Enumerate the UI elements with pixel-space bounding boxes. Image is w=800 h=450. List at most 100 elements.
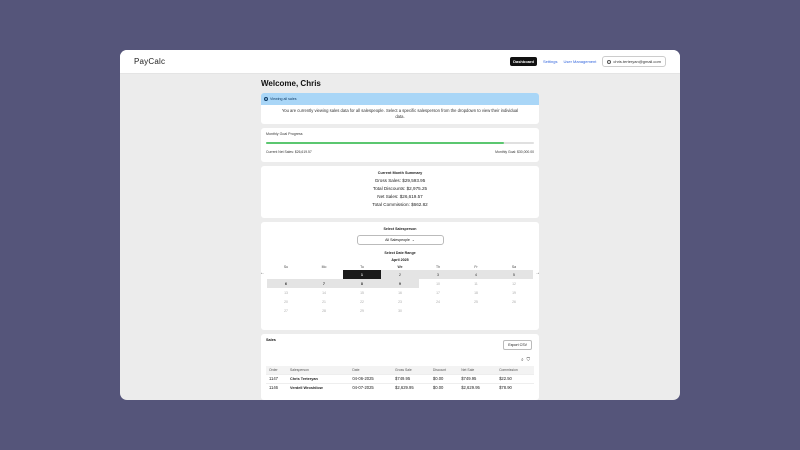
column-header[interactable]: Commission	[496, 366, 534, 374]
calendar-day-16[interactable]: 16	[381, 288, 419, 297]
calendar-day-17[interactable]: 17	[419, 288, 457, 297]
sales-table: Order Salesperson Date Gross Sale Discount Ne…	[266, 366, 534, 392]
weekday-label: Mo	[321, 264, 327, 269]
column-header[interactable]: Order	[266, 366, 288, 374]
table-cell: Chris Terteryan	[287, 373, 350, 383]
goal-progress-bar	[266, 142, 534, 144]
page-title: Welcome, Chris	[261, 79, 321, 88]
calendar-day-23[interactable]: 23	[381, 298, 419, 307]
weekday-label: Su	[283, 264, 289, 269]
top-navbar: PayCalc Dashboard Settings User Manageme…	[120, 50, 680, 74]
calendar-day-24[interactable]: 24	[419, 298, 457, 307]
calendar-day-3[interactable]: 3	[419, 270, 457, 280]
calendar-day-14[interactable]: 14	[305, 288, 343, 297]
dashboard-content: Welcome, Chris i Viewing all sales You a…	[260, 78, 540, 400]
calendar-day-9[interactable]: 9	[381, 279, 419, 289]
date-range-title: Select Date Range	[384, 251, 416, 255]
info-alert: i Viewing all sales You are currently vi…	[261, 93, 539, 124]
current-net-sales: Current Net Sales: $26,619.57	[266, 150, 312, 154]
calendar-day-10[interactable]: 10	[419, 279, 457, 288]
goal-title: Monthly Goal Progress	[266, 132, 303, 136]
calendar-day-20[interactable]: 20	[267, 298, 305, 307]
weekday-label: Sa	[511, 264, 517, 269]
month-summary-card: Current Month Summary Gross Sales: $29,5…	[261, 166, 539, 218]
table-cell: $0.00	[429, 382, 459, 392]
alert-title: Viewing all sales	[270, 97, 297, 101]
calendar-day-21[interactable]: 21	[305, 298, 343, 307]
calendar-month: April 2025	[391, 258, 409, 262]
table-row[interactable]: 1147 Chris Terteryan 04-06-2025 $749.95 $0.0…	[266, 373, 534, 383]
info-icon: i	[264, 97, 268, 101]
weekday-label: Fr	[474, 264, 478, 269]
calendar-empty-cell	[495, 307, 533, 316]
brand-logo[interactable]: PayCalc	[134, 57, 165, 66]
app-window: PayCalc Dashboard Settings User Manageme…	[120, 50, 680, 400]
nav-dashboard-button[interactable]: Dashboard	[510, 57, 537, 66]
table-cell: 1147	[266, 373, 288, 383]
table-tools: ⌕ ⛉	[521, 357, 530, 362]
table-cell: $2,629.95	[392, 382, 430, 392]
total-commission: Total Commission: $662.82	[372, 202, 428, 207]
column-header[interactable]: Gross Sale	[392, 366, 430, 374]
filter-card: Select Salesperson All Salespeople ⌄ Sel…	[260, 222, 540, 330]
calendar-day-13[interactable]: 13	[267, 288, 305, 297]
table-header-row: Order Salesperson Date Gross Sale Discount Ne…	[266, 366, 534, 374]
table-cell: $22.50	[496, 373, 534, 383]
table-cell: 1146	[266, 382, 288, 392]
chevron-down-icon: ⌄	[411, 238, 415, 242]
calendar-day-4[interactable]: 4	[457, 270, 495, 280]
calendar-day-26[interactable]: 26	[495, 298, 533, 307]
column-header[interactable]: Date	[349, 366, 393, 374]
calendar-empty-cell	[305, 270, 343, 279]
user-icon	[607, 59, 612, 64]
sales-card: Sales Export CSV ⌕ ⛉ Order Salesperson Dat…	[261, 334, 539, 400]
next-month-icon[interactable]: →	[535, 270, 540, 276]
calendar-day-2[interactable]: 2	[381, 270, 419, 280]
calendar-day-29[interactable]: 29	[343, 307, 381, 316]
user-menu-button[interactable]: chris.terteryan@gmail.com	[602, 56, 666, 67]
table-cell: $0.00	[429, 373, 459, 383]
search-icon[interactable]: ⌕	[521, 357, 524, 362]
weekday-label: We	[397, 264, 403, 269]
calendar-day-30[interactable]: 30	[381, 307, 419, 316]
salesperson-title: Select Salesperson	[383, 227, 417, 231]
table-cell: $78.90	[496, 382, 534, 392]
calendar-grid: Su Mo Tu We Th Fr Sa 1 2 3 4 5 6 7 8 9 10 11 12 13 14 15 16 17 1…	[267, 263, 533, 316]
alert-header: i Viewing all sales	[261, 93, 539, 105]
calendar-day-8[interactable]: 8	[343, 279, 381, 289]
nav-user-management-link[interactable]: User Management	[563, 59, 596, 64]
column-header[interactable]: Net Sale	[458, 366, 497, 374]
table-cell: $749.95	[458, 373, 497, 383]
calendar-day-5[interactable]: 5	[495, 270, 533, 280]
gross-sales: Gross Sales: $29,593.95	[374, 178, 426, 183]
calendar-day-19[interactable]: 19	[495, 288, 533, 297]
calendar-day-28[interactable]: 28	[305, 307, 343, 316]
column-header[interactable]: Discount	[429, 366, 459, 374]
summary-title: Current Month Summary	[377, 171, 423, 175]
calendar-day-11[interactable]: 11	[457, 279, 495, 288]
filter-icon[interactable]: ⛉	[527, 357, 530, 362]
nav-settings-link[interactable]: Settings	[543, 59, 557, 64]
calendar-day-7[interactable]: 7	[305, 279, 343, 289]
weekday-label: Tu	[360, 264, 364, 269]
table-cell: Verdell Wroshilow	[287, 382, 350, 392]
calendar-day-6[interactable]: 6	[267, 279, 305, 289]
calendar-day-22[interactable]: 22	[343, 298, 381, 307]
calendar-day-12[interactable]: 12	[495, 279, 533, 288]
calendar-day-15[interactable]: 15	[343, 288, 381, 297]
table-row[interactable]: 1146 Verdell Wroshilow 04-07-2025 $2,629.95…	[266, 382, 534, 392]
goal-footer: Current Net Sales: $26,619.57 Monthly Go…	[266, 150, 534, 154]
calendar-day-18[interactable]: 18	[457, 288, 495, 297]
calendar-day-25[interactable]: 25	[457, 298, 495, 307]
salesperson-select[interactable]: All Salespeople ⌄	[356, 235, 444, 245]
table-cell: $2,629.95	[458, 382, 497, 392]
calendar-empty-cell	[267, 270, 305, 279]
prev-month-icon[interactable]: ←	[260, 270, 265, 276]
table-cell: 04-06-2025	[349, 373, 393, 383]
calendar-empty-cell	[419, 307, 457, 316]
calendar-day-27[interactable]: 27	[267, 307, 305, 316]
export-csv-button[interactable]: Export CSV	[503, 340, 532, 350]
nav-links: Dashboard Settings User Management chris…	[510, 56, 666, 67]
column-header[interactable]: Salesperson	[287, 366, 350, 374]
calendar-day-1[interactable]: 1	[343, 270, 381, 280]
